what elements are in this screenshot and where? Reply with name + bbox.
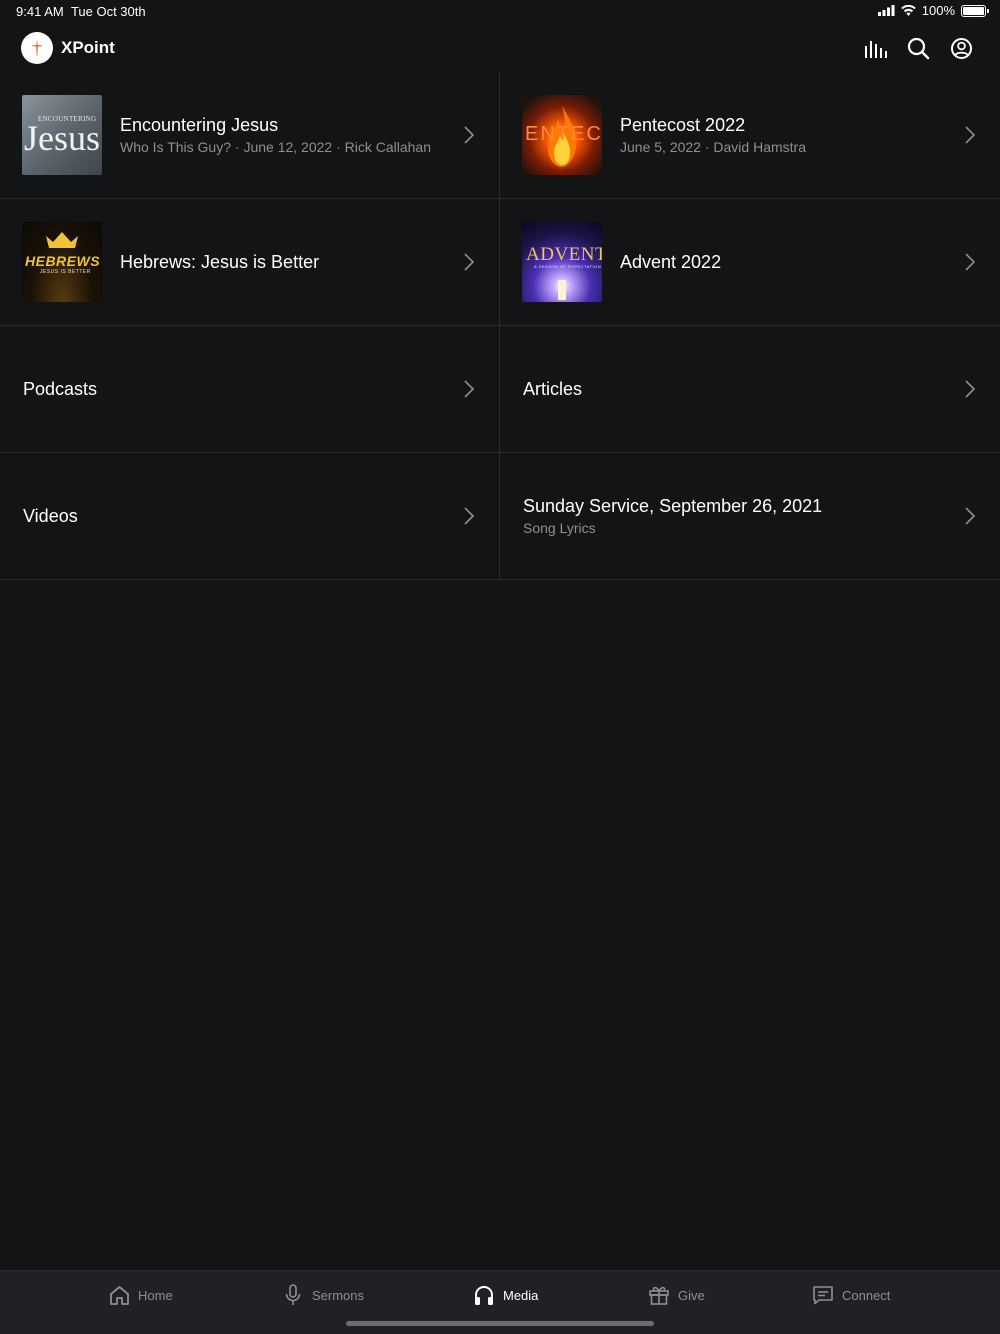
series-title: Encountering Jesus: [120, 115, 279, 135]
cellular-signal-icon: [877, 5, 895, 16]
series-subtitle: June 5, 2022 · David Hamstra: [620, 139, 806, 155]
thumbnail-title: ENTECOS: [525, 123, 602, 145]
microphone-icon: [282, 1284, 304, 1306]
status-bar: 9:41 AM Tue Oct 30th 100%: [0, 0, 1000, 24]
series-item-pentecost-2022[interactable]: ENTECOS Pentecost 2022 June 5, 2022 · Da…: [500, 72, 1000, 199]
series-thumbnail: ENTECOS: [522, 95, 602, 175]
series-subtitle: Who Is This Guy? · June 12, 2022 · Rick …: [120, 139, 432, 155]
audio-bars-icon[interactable]: [863, 36, 888, 61]
tab-media[interactable]: Media: [473, 1284, 538, 1306]
battery-percent: 100%: [921, 3, 955, 18]
thumbnail-title: ADVENT: [526, 244, 602, 265]
chevron-right-icon: [464, 380, 475, 398]
series-title: Pentecost 2022: [620, 115, 746, 135]
chevron-right-icon: [464, 507, 475, 525]
category-item-articles[interactable]: Articles: [500, 326, 1000, 453]
account-icon[interactable]: [949, 36, 974, 61]
status-time-text: 9:41 AM: [16, 4, 64, 19]
chevron-right-icon: [464, 253, 475, 271]
category-item-podcasts[interactable]: Podcasts: [0, 326, 500, 453]
media-grid: ENCOUNTERING Jesus Encountering Jesus Wh…: [0, 72, 1000, 580]
tab-label: Home: [138, 1287, 173, 1303]
item-sunday-service[interactable]: Sunday Service, September 26, 2021 Song …: [500, 453, 1000, 580]
series-thumbnail: ENCOUNTERING Jesus: [22, 95, 102, 175]
series-item-encountering-jesus[interactable]: ENCOUNTERING Jesus Encountering Jesus Wh…: [0, 72, 500, 199]
series-item-hebrews[interactable]: HEBREWS JESUS IS BETTER Hebrews: Jesus i…: [0, 199, 500, 326]
category-item-videos[interactable]: Videos: [0, 453, 500, 580]
tab-connect[interactable]: Connect: [812, 1284, 890, 1306]
gift-icon: [648, 1284, 670, 1306]
chevron-right-icon: [965, 507, 976, 525]
tab-label: Media: [503, 1287, 539, 1303]
series-thumbnail: HEBREWS JESUS IS BETTER: [22, 222, 102, 302]
chevron-right-icon: [965, 380, 976, 398]
message-icon: [812, 1284, 834, 1306]
item-title: Sunday Service, September 26, 2021: [523, 496, 823, 516]
series-thumbnail: ADVENT A SEASON OF EXPECTATION: [522, 222, 602, 302]
header-actions: [863, 36, 974, 61]
app-title: XPoint: [61, 38, 115, 57]
battery-icon: [961, 4, 989, 17]
category-title: Videos: [23, 505, 78, 526]
headphones-icon: [473, 1284, 495, 1306]
wifi-icon: [901, 5, 916, 16]
chevron-right-icon: [965, 126, 976, 144]
category-title: Podcasts: [23, 378, 98, 399]
category-title: Articles: [523, 378, 583, 399]
status-date-text: Tue Oct 30th: [70, 4, 146, 19]
tab-label: Sermons: [312, 1287, 365, 1303]
tab-label: Connect: [842, 1287, 891, 1303]
tab-home[interactable]: Home: [108, 1284, 173, 1306]
home-icon: [108, 1284, 130, 1306]
app-logo[interactable]: [21, 32, 53, 64]
home-indicator: [346, 1321, 654, 1326]
chevron-right-icon: [965, 253, 976, 271]
series-title: Hebrews: Jesus is Better: [120, 251, 320, 272]
battery-fill: [963, 6, 984, 15]
crown-icon: [46, 232, 78, 248]
search-icon[interactable]: [906, 36, 931, 61]
series-item-advent-2022[interactable]: ADVENT A SEASON OF EXPECTATION Advent 20…: [500, 199, 1000, 326]
status-indicators: 100%: [877, 3, 989, 18]
thumbnail-title: HEBREWS: [25, 253, 101, 269]
item-subtitle: Song Lyrics: [523, 520, 596, 536]
thumbnail-caption: A SEASON OF EXPECTATION: [534, 264, 602, 269]
candle-shape: [558, 280, 566, 300]
app-header: XPoint: [0, 24, 1000, 72]
tab-sermons[interactable]: Sermons: [282, 1284, 364, 1306]
series-title: Advent 2022: [620, 251, 722, 272]
status-time: 9:41 AM Tue Oct 30th: [16, 4, 146, 19]
cross-logo-icon: [32, 40, 43, 56]
tab-label: Give: [678, 1287, 705, 1303]
thumbnail-title: Jesus: [24, 118, 101, 158]
tab-give[interactable]: Give: [648, 1284, 705, 1306]
thumbnail-caption: JESUS IS BETTER: [40, 269, 91, 275]
chevron-right-icon: [464, 126, 475, 144]
